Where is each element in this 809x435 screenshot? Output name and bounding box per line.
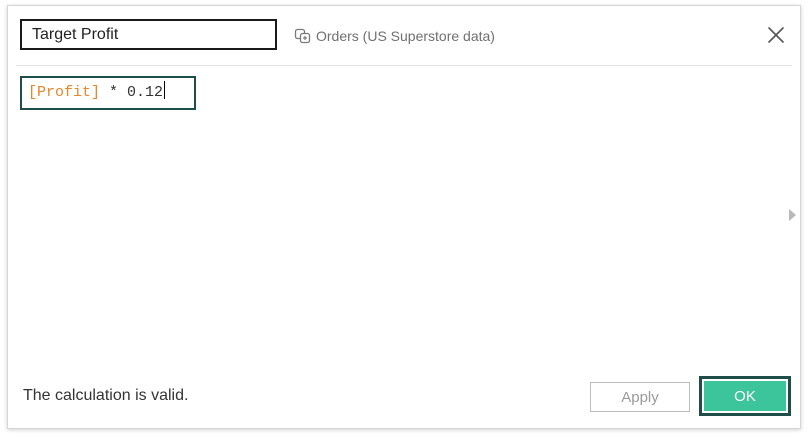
apply-button[interactable]: Apply [590,382,690,412]
formula-operator-value: * 0.12 [100,84,164,101]
header-divider [16,65,792,66]
calculation-dialog: Orders (US Superstore data) [Profit] * 0… [7,5,801,429]
expand-panel-arrow-icon[interactable] [789,209,796,221]
validation-status: The calculation is valid. [23,387,189,404]
calculation-name-input[interactable] [20,19,277,50]
close-button[interactable] [765,24,787,46]
formula-field-token: [Profit] [28,84,101,101]
formula-editor[interactable]: [Profit] * 0.12 [20,76,196,110]
datasource-label: Orders (US Superstore data) [294,26,495,46]
ok-button[interactable]: OK [704,381,786,411]
datasource-link-icon [294,27,312,45]
ok-button-focus-frame: OK [699,376,791,416]
datasource-name: Orders (US Superstore data) [316,28,495,44]
close-icon [768,27,784,43]
text-caret [164,81,166,99]
